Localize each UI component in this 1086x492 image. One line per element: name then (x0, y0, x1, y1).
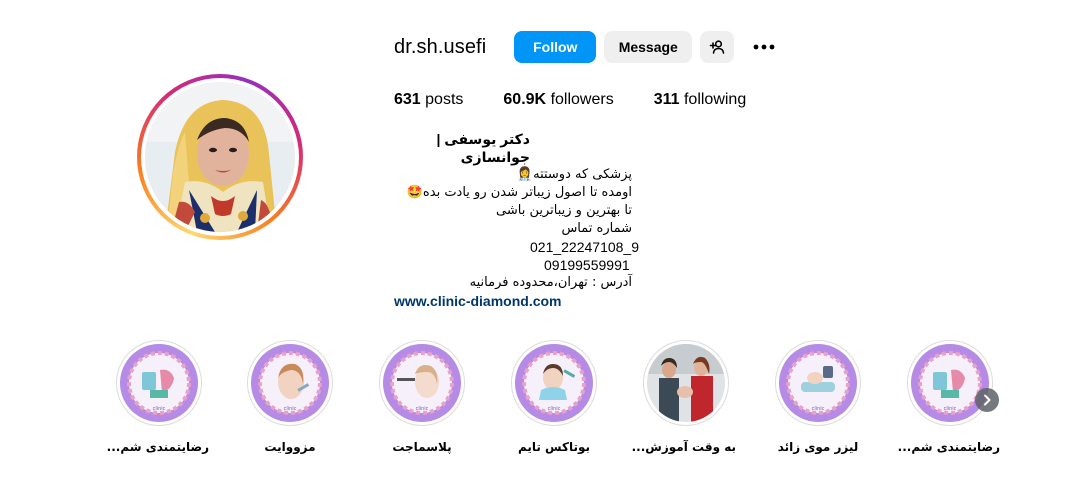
bio-line: پزشکی که دوستته👩‍⚕️ (516, 167, 632, 182)
bio-phone-line: 021_22247108_9 (530, 239, 640, 255)
highlight-ring: clinic (511, 340, 597, 426)
highlight-item[interactable]: به وقت آموزش... (631, 340, 736, 454)
posts-count: 631 (394, 91, 421, 108)
followers-count: 60.9K (503, 91, 547, 108)
highlight-item[interactable]: clinic رضایتمندی شم... (106, 340, 209, 454)
avatar-gap (141, 78, 299, 236)
following-stat[interactable]: 311 following (654, 91, 747, 109)
bio-line: اومده تا اصول زیباتر شدن رو یادت بده🤩 (406, 185, 632, 200)
botox-highlight-icon: clinic (515, 344, 593, 422)
bio-website-link[interactable]: www.clinic-diamond.com (394, 292, 632, 310)
bio-line: شماره تماس (561, 221, 632, 236)
posts-stat: 631 posts (394, 91, 463, 109)
profile-avatar-ring[interactable] (137, 74, 303, 240)
bio-address-line: آدرس : تهران،محدوده فرمانیه (469, 275, 632, 290)
svg-text:clinic: clinic (153, 406, 166, 412)
highlight-item[interactable]: clinic پلاسماجت (372, 340, 472, 454)
plasmajet-highlight-icon: clinic (383, 344, 461, 422)
more-options-icon (753, 44, 775, 50)
highlight-item[interactable]: clinic بوتاکس تایم (504, 340, 604, 454)
highlight-label: مزووایت (264, 440, 316, 454)
satisfaction-highlight-icon: clinic (120, 344, 198, 422)
profile-avatar[interactable] (145, 82, 295, 232)
highlight-label: رضایتمندی شم... (106, 440, 209, 454)
highlight-label: لیزر موی زائد (777, 440, 859, 454)
profile-bio: دکتر یوسفی | جوانسازی پزشکی که دوستته👩‍⚕… (394, 130, 640, 310)
highlight-label: بوتاکس تایم (517, 440, 591, 454)
bio-display-name: دکتر یوسفی | جوانسازی (436, 131, 531, 165)
svg-text:clinic: clinic (284, 406, 297, 412)
followers-label: followers (550, 91, 614, 108)
profile-header: dr.sh.usefi Follow Message (394, 31, 780, 63)
highlight-item[interactable]: clinic مزووایت (240, 340, 340, 454)
follow-button[interactable]: Follow (514, 31, 597, 63)
message-button[interactable]: Message (604, 31, 693, 63)
svg-text:clinic: clinic (416, 406, 429, 412)
username: dr.sh.usefi (394, 35, 487, 58)
highlight-ring: clinic (775, 340, 861, 426)
avatar-image (145, 82, 295, 232)
highlight-label: رضایتمندی شم... (897, 440, 1000, 454)
add-person-icon (709, 40, 725, 54)
followers-stat[interactable]: 60.9K followers (503, 91, 613, 109)
highlight-label: پلاسماجت (392, 440, 452, 454)
svg-text:clinic: clinic (812, 406, 825, 412)
highlight-ring: clinic (247, 340, 333, 426)
mesowhite-highlight-icon: clinic (251, 344, 329, 422)
following-count: 311 (653, 91, 680, 108)
highlight-ring: clinic (379, 340, 465, 426)
highlights-next-button[interactable] (975, 388, 999, 412)
highlight-label: به وقت آموزش... (631, 440, 736, 454)
posts-label: posts (425, 91, 464, 108)
laser-highlight-icon: clinic (779, 344, 857, 422)
story-highlights: clinic رضایتمندی شم... clinic مزووایت cl… (0, 340, 1086, 470)
following-label: following (683, 91, 747, 108)
suggest-people-button[interactable] (700, 31, 735, 63)
satisfaction-highlight-icon: clinic (911, 344, 989, 422)
svg-text:clinic: clinic (548, 406, 561, 412)
training-highlight-icon (647, 344, 725, 422)
highlight-item[interactable]: clinic لیزر موی زائد (768, 340, 868, 454)
chevron-right-icon (984, 394, 991, 406)
highlight-ring (643, 340, 729, 426)
more-options-button[interactable] (748, 31, 780, 63)
highlight-ring: clinic (907, 340, 993, 426)
svg-text:clinic: clinic (944, 406, 957, 412)
profile-stats: 631 posts 60.9K followers 311 following (394, 91, 786, 109)
bio-mobile-line: 09199559991 (544, 257, 630, 273)
bio-line: تا بهترین و زیباترین باشی (496, 203, 632, 218)
highlight-ring: clinic (116, 340, 202, 426)
